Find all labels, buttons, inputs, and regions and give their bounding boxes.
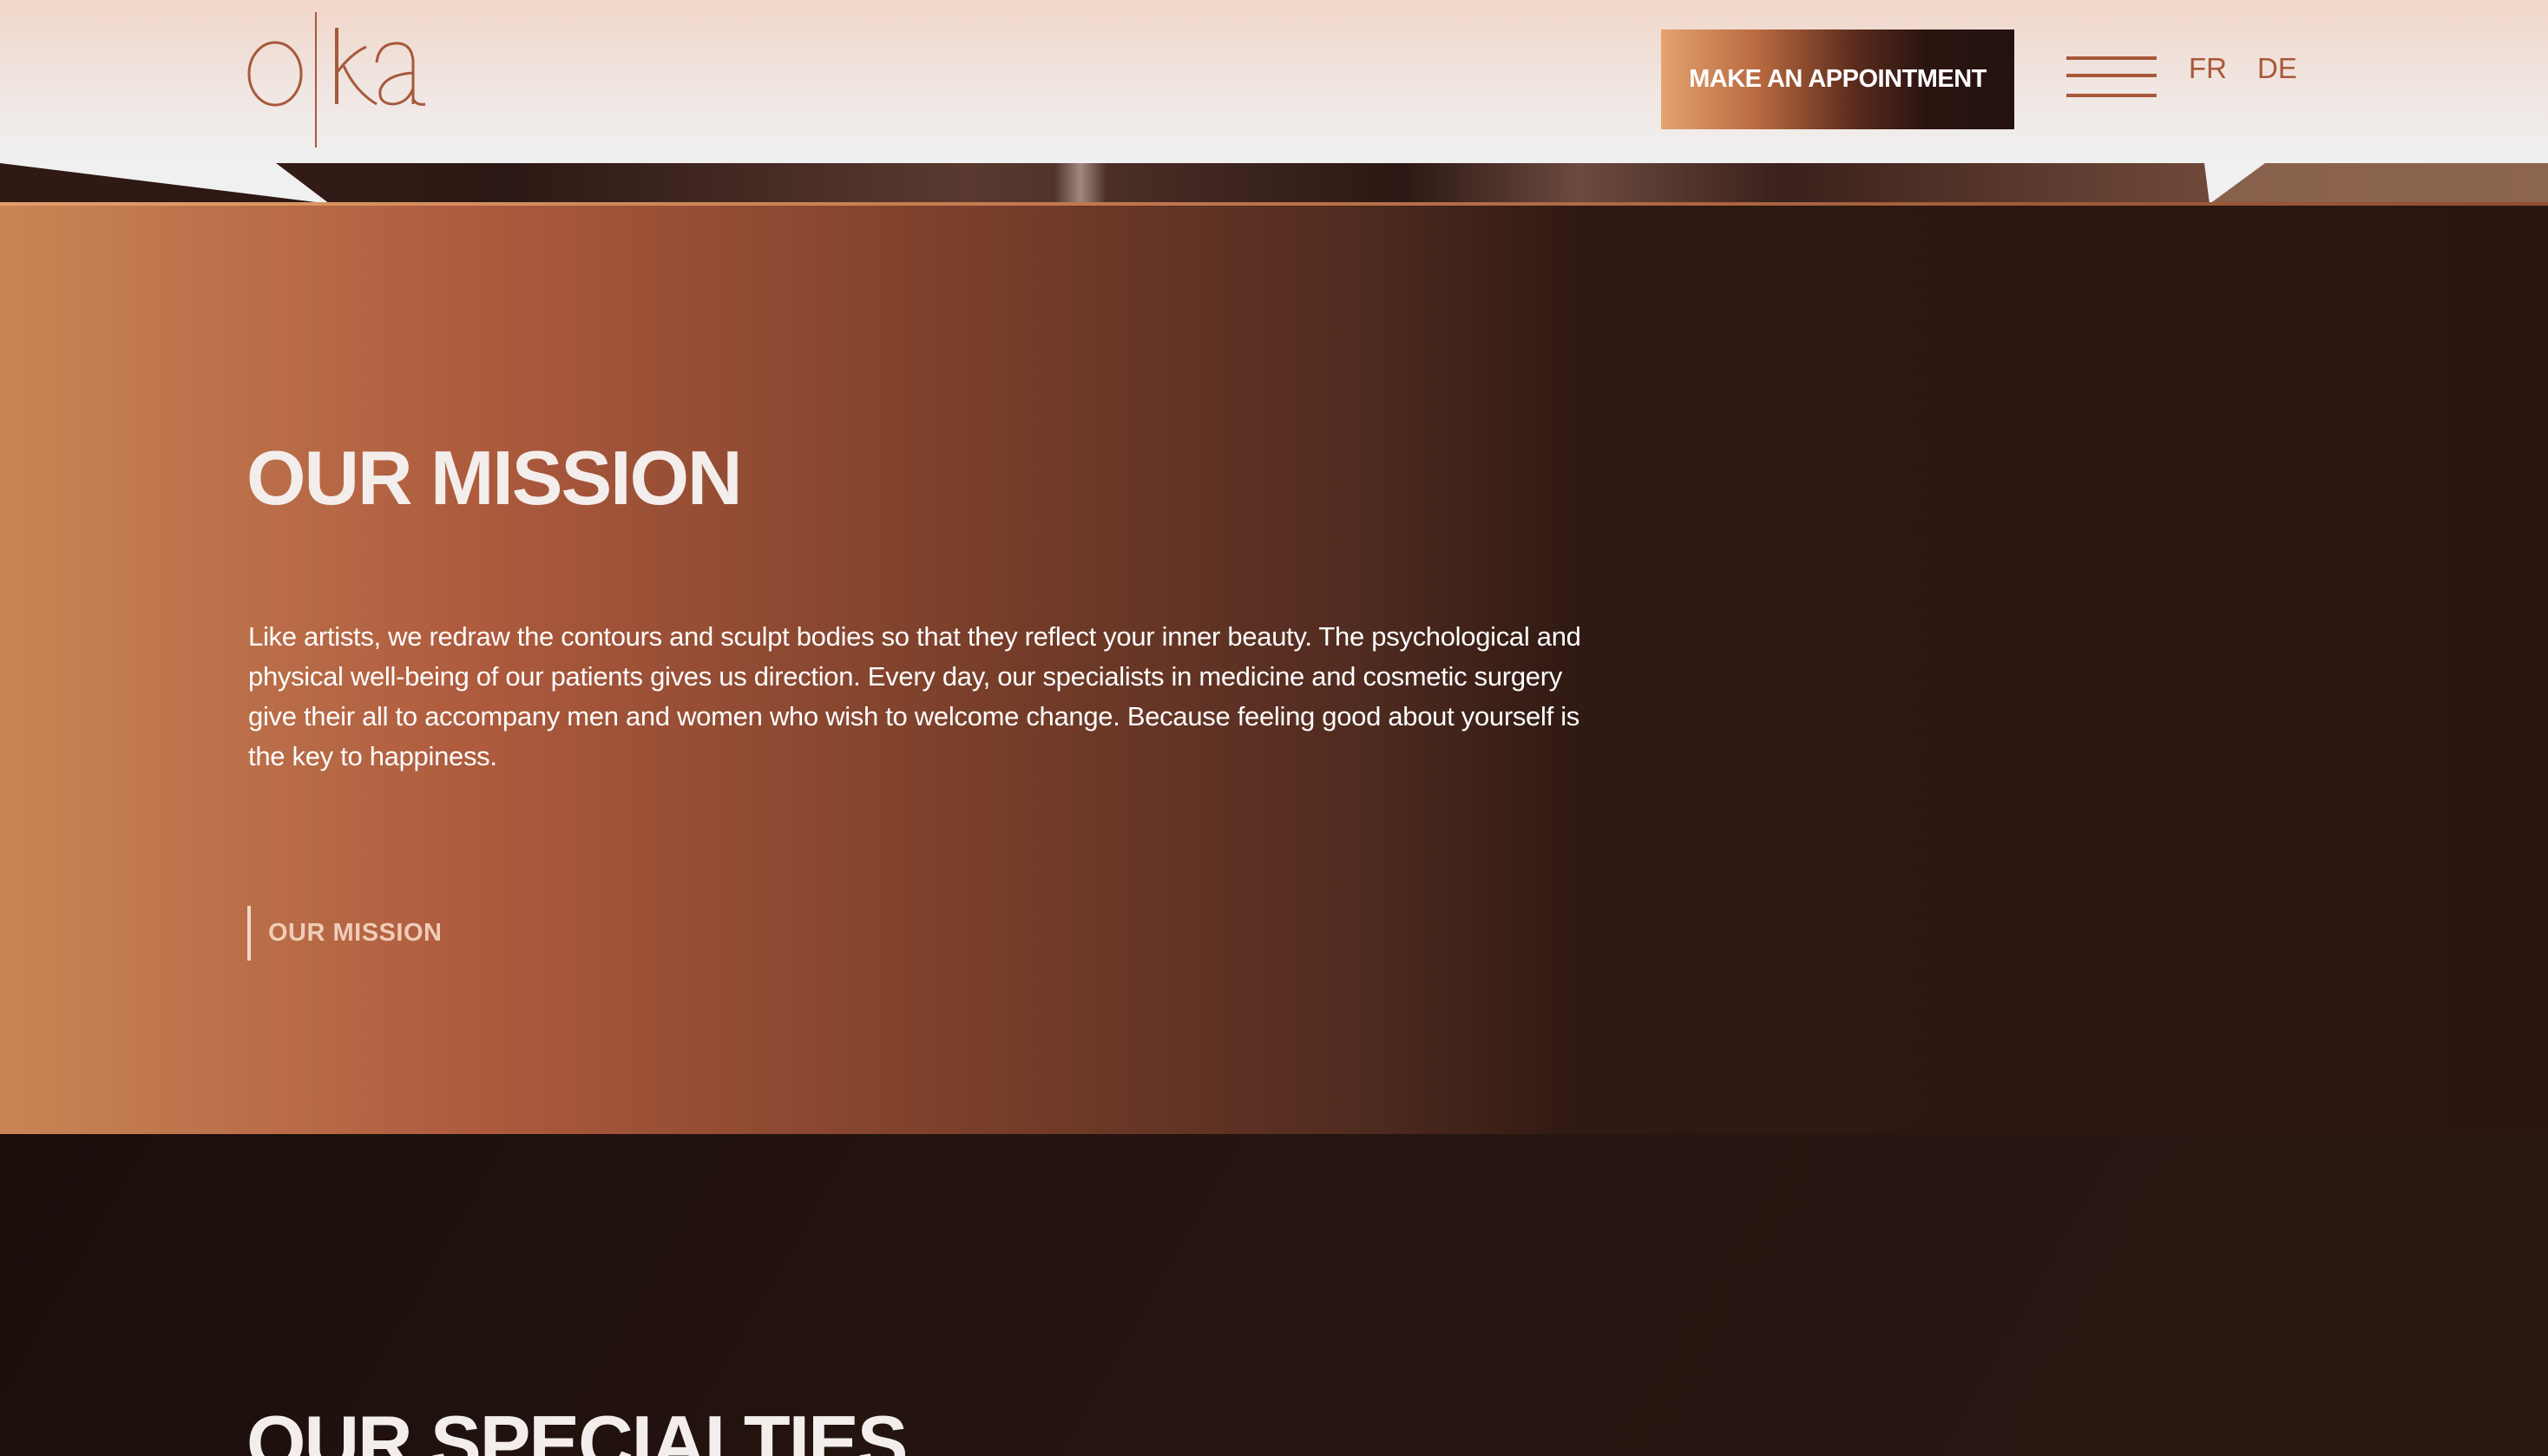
hamburger-menu-icon[interactable] xyxy=(2066,56,2157,100)
mission-title: OUR MISSION xyxy=(246,435,743,521)
language-de-link[interactable]: DE xyxy=(2257,54,2297,82)
our-mission-link[interactable]: OUR MISSION xyxy=(247,906,442,961)
specialties-section: OUR SPECIALTIES xyxy=(0,1134,2548,1456)
menu-line xyxy=(2066,56,2157,60)
site-header: MAKE AN APPOINTMENT FR DE xyxy=(0,0,2548,163)
page: MAKE AN APPOINTMENT FR DE OUR MISSION Li… xyxy=(0,0,2548,1456)
specialties-title: OUR SPECIALTIES xyxy=(246,1400,908,1456)
menu-line xyxy=(2066,74,2157,77)
mission-description: Like artists, we redraw the contours and… xyxy=(248,621,1581,771)
mission-section: OUR MISSION Like artists, we redraw the … xyxy=(0,206,2548,1134)
make-appointment-button[interactable]: MAKE AN APPOINTMENT xyxy=(1661,30,2014,129)
oka-logo[interactable] xyxy=(246,12,429,148)
hero-image-strip xyxy=(0,163,2548,204)
language-fr-link[interactable]: FR xyxy=(2189,54,2227,82)
section-divider-line xyxy=(0,202,2548,206)
hero-image-mask xyxy=(0,163,2548,204)
menu-line xyxy=(2066,94,2157,97)
